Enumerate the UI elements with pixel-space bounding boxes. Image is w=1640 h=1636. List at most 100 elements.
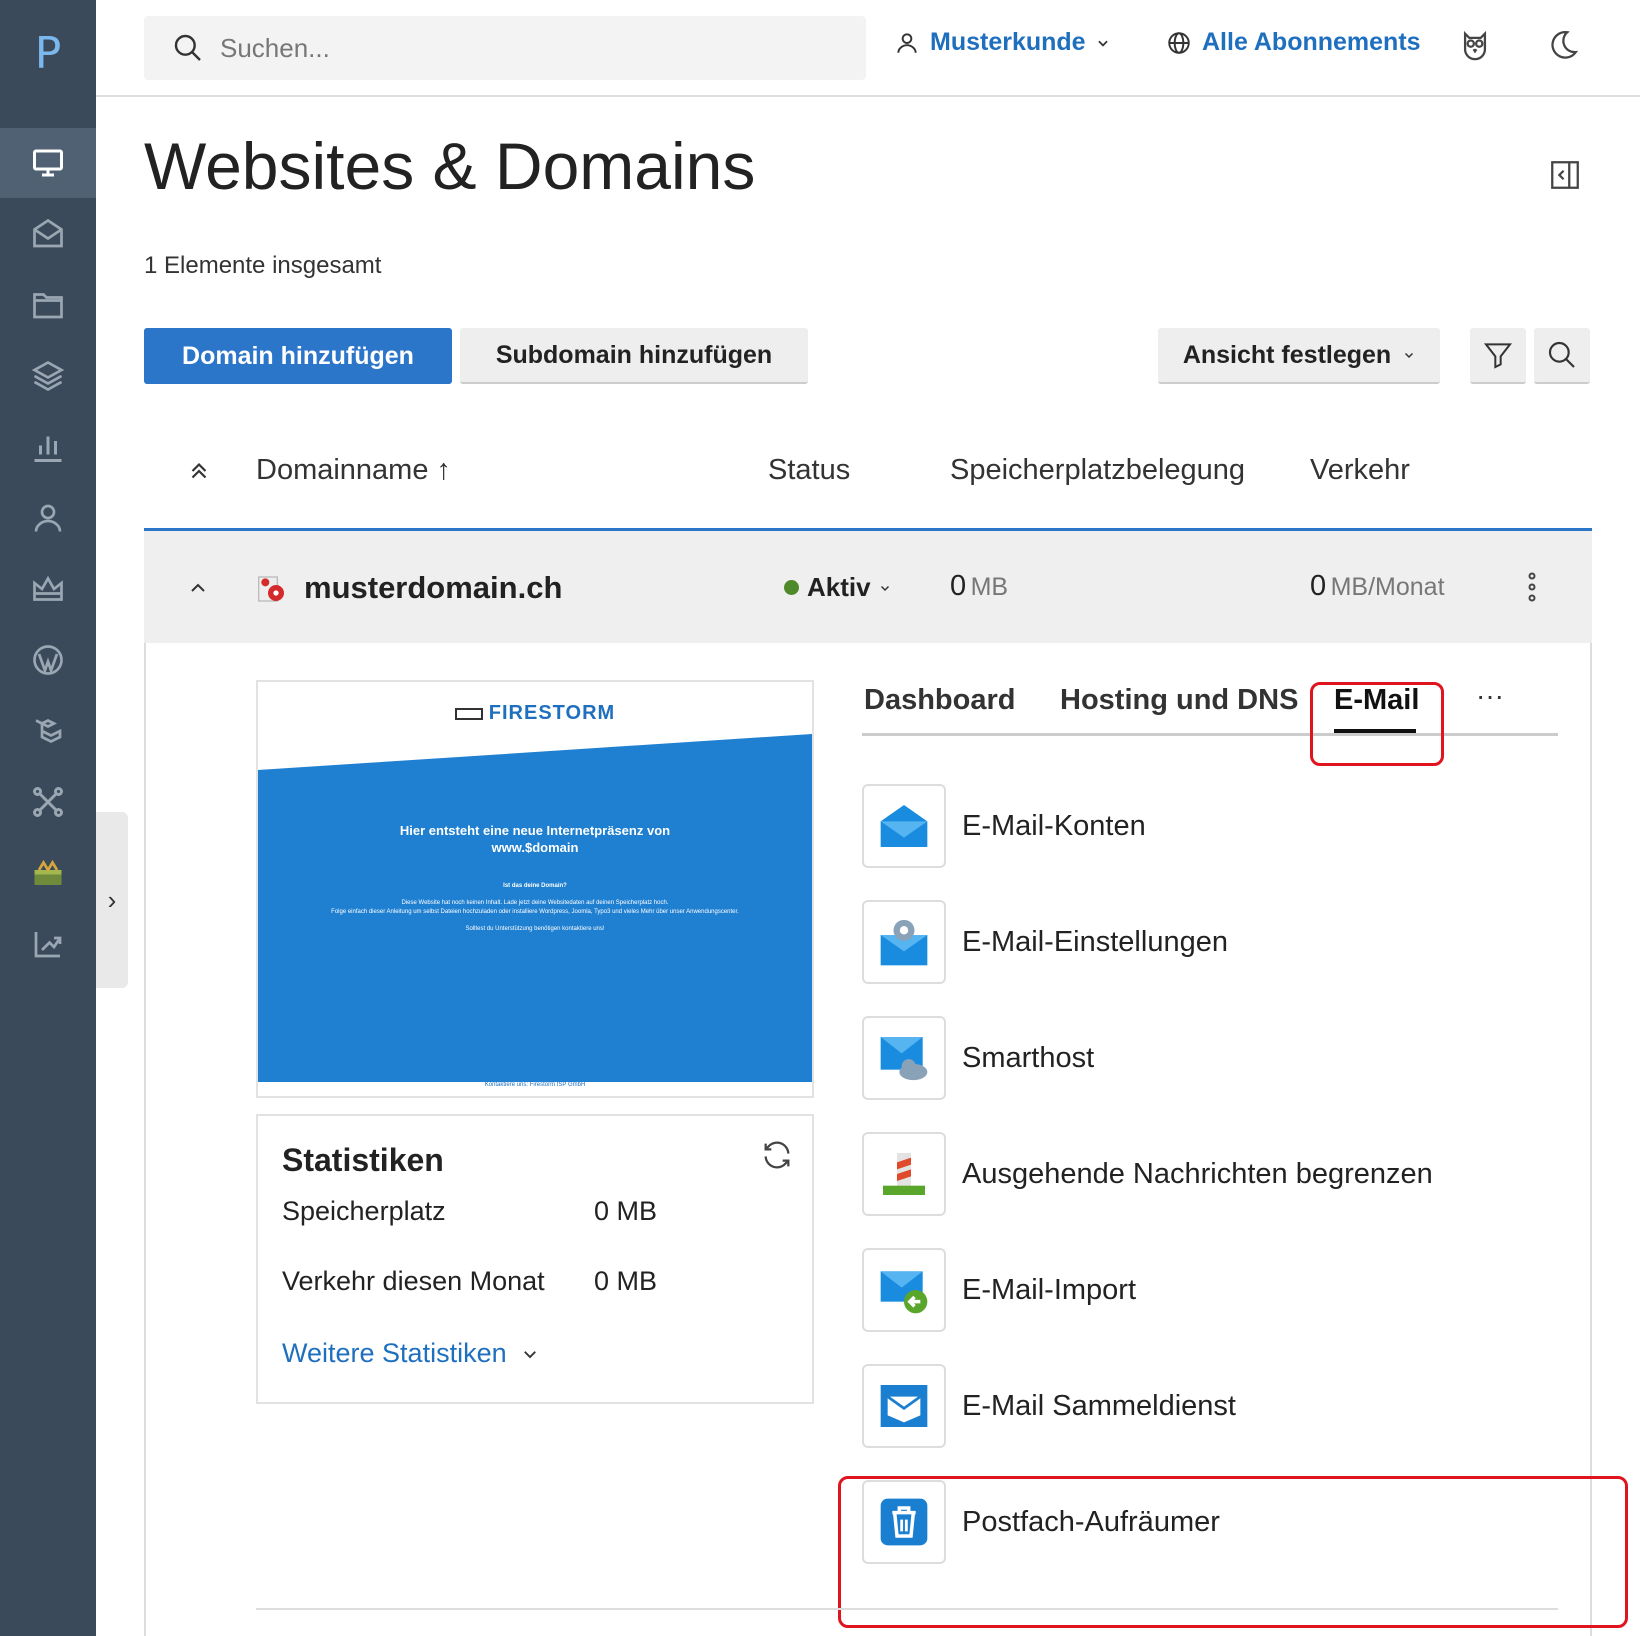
preview-logo-text: FIRESTORM [488,702,616,724]
sidebar-item-account[interactable] [0,554,96,624]
sidebar-expand-button[interactable]: › [96,812,128,988]
column-domain[interactable]: Domainname ↑ [256,454,451,487]
preview-body-1: Diese Website hat noch keinen Inhalt. La… [401,900,669,906]
tab-hosting-dns[interactable]: Hosting und DNS [1060,684,1298,717]
owl-help-button[interactable] [1458,28,1492,67]
preview-logo: FIRESTORM [258,702,812,725]
plesk-logo[interactable]: P [0,28,96,79]
status-dropdown[interactable]: Aktiv [784,572,891,603]
sidebar-item-wordpress[interactable] [0,625,96,695]
mail-item-import[interactable]: E-Mail-Import [862,1248,1562,1332]
moon-icon [1551,30,1579,59]
sidebar-item-reports[interactable] [0,909,96,979]
monitor-icon [33,149,63,177]
bollard-icon [862,1132,946,1216]
tab-more-button[interactable]: ··· [1476,680,1504,712]
sidebar-item-mail[interactable] [0,199,96,269]
search-box[interactable] [144,16,866,80]
chart-export-icon [34,932,62,958]
side-panel-toggle[interactable] [1548,158,1582,197]
column-storage[interactable]: Speicherplatzbelegung [950,454,1245,487]
envelope-gear-icon [862,900,946,984]
set-view-label: Ansicht festlegen [1182,340,1392,369]
search-list-button[interactable] [1534,328,1590,384]
column-traffic[interactable]: Verkehr [1310,454,1410,487]
add-subdomain-button[interactable]: Subdomain hinzufügen [460,328,808,384]
sidebar-item-laravel[interactable] [0,696,96,766]
status-dot [784,580,799,595]
traffic-label: Verkehr diesen Monat [282,1266,545,1296]
page-title: Websites & Domains [144,129,756,203]
chevron-down-icon [523,1350,536,1358]
user-icon [897,32,917,53]
toolbox-icon [34,859,62,885]
traffic-unit: MB/Monat [1330,573,1445,601]
sidebar-item-users[interactable] [0,483,96,553]
preview-body-2: Folge einfach dieser Anleitung um selbst… [331,909,739,915]
dark-mode-toggle[interactable] [1546,28,1580,67]
collapse-row-button[interactable] [186,576,210,605]
domain-favicon [256,572,288,611]
storage-usage: 0 MB [950,570,1008,603]
items-count: 1 Elemente insgesamt [144,252,382,279]
chevron-down-icon [1097,40,1108,47]
customer-name: Musterkunde [930,28,1086,56]
kebab-menu-icon [1528,572,1536,602]
sidebar-item-joomla[interactable] [0,767,96,837]
sidebar: P [0,0,96,1636]
sidebar-item-websites[interactable] [0,128,96,198]
laravel-icon [35,718,62,744]
panel-bottom-divider [256,1608,1558,1610]
more-statistics-label: Weitere Statistiken [282,1338,507,1368]
preview-footer: Kontaktiere uns: Firestorm ISP GmbH [484,1082,586,1088]
owl-icon [1463,30,1487,61]
sidebar-item-tools[interactable] [0,838,96,908]
sidebar-item-databases[interactable] [0,341,96,411]
chevron-right-icon: › [107,884,117,915]
customer-menu[interactable]: Musterkunde [894,28,1110,57]
search-input[interactable] [220,32,780,64]
sidebar-item-statistics[interactable] [0,412,96,482]
tab-dashboard[interactable]: Dashboard [864,684,1015,717]
row-actions-button[interactable] [1520,570,1544,609]
refresh-icon [764,1141,790,1169]
highlight-email-tab [1310,682,1444,766]
statistics-card: Statistiken Speicherplatz 0 MB Verkehr d… [256,1114,814,1404]
add-domain-button[interactable]: Domain hinzufügen [144,328,452,384]
mail-item-label: E-Mail-Import [962,1273,1137,1306]
filter-button[interactable] [1470,328,1526,384]
envelope-import-icon [862,1248,946,1332]
joomla-icon [33,787,63,817]
mail-item-label: Ausgehende Nachrichten begrenzen [962,1157,1433,1190]
envelope-cloud-icon [862,1016,946,1100]
storage-label: Speicherplatz [282,1196,446,1226]
traffic-value: 0 [1310,570,1327,602]
chevron-up-icon [191,583,205,592]
mail-item-accounts[interactable]: E-Mail-Konten [862,784,1562,868]
sidebar-item-files[interactable] [0,270,96,340]
domain-name-link[interactable]: musterdomain.ch [304,570,562,606]
chevrons-up-icon [191,462,207,479]
more-statistics-link[interactable]: Weitere Statistiken [282,1338,539,1369]
layers-icon [31,360,65,392]
mail-item-label: E-Mail-Konten [962,809,1146,842]
column-status[interactable]: Status [768,454,850,487]
preview-body-3: Solltest du Unterstützung benötigen kont… [465,926,605,932]
mail-item-smarthost[interactable]: Smarthost [862,1016,1562,1100]
set-view-button[interactable]: Ansicht festlegen [1158,328,1440,384]
preview-headline: Hier entsteht eine neue Internetpräsenz … [258,822,812,856]
mail-item-label: Smarthost [962,1041,1095,1074]
storage-unit: MB [970,573,1009,601]
subscriptions-menu[interactable]: Alle Abonnements [1166,28,1421,57]
traffic-usage: 0 MB/Monat [1310,570,1445,603]
mail-item-collector[interactable]: E-Mail Sammeldienst [862,1364,1562,1448]
website-preview[interactable]: FIRESTORM Hier entsteht eine neue Intern… [256,680,814,1098]
mail-item-outgoing-limit[interactable]: Ausgehende Nachrichten begrenzen [862,1132,1562,1216]
mail-item-settings[interactable]: E-Mail-Einstellungen [862,900,1562,984]
envelope-open-icon [862,784,946,868]
preview-headline-2: www.$domain [491,840,579,855]
chevron-down-icon [880,585,889,591]
refresh-button[interactable] [760,1138,794,1177]
statistics-title: Statistiken [282,1142,444,1178]
collapse-all-button[interactable] [186,458,212,492]
